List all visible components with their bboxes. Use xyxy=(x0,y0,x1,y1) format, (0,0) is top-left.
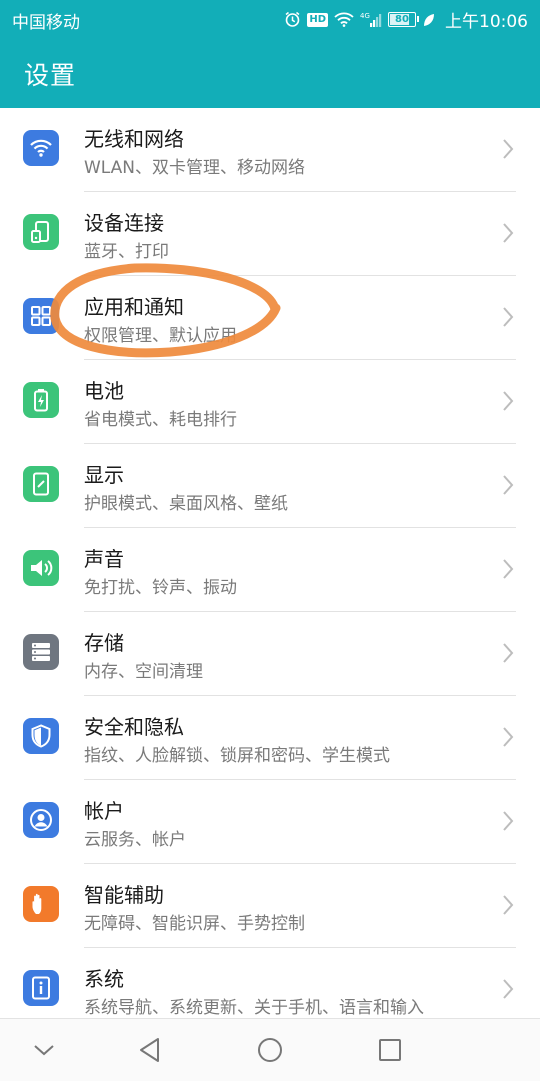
chevron-right-icon xyxy=(502,222,514,248)
network-type-label: 4G xyxy=(360,12,370,20)
settings-item-title: 帐户 xyxy=(84,799,124,823)
settings-list: 无线和网络 WLAN、双卡管理、移动网络 设备连接 蓝牙、打印 应用和通知 权限… xyxy=(0,108,540,1032)
settings-item-wireless-network[interactable]: 无线和网络 WLAN、双卡管理、移动网络 xyxy=(0,108,540,192)
clock: 上午10:06 xyxy=(445,12,528,32)
settings-item-subtitle: 免打扰、铃声、振动 xyxy=(84,578,237,598)
battery-icon: 80 xyxy=(388,12,419,27)
settings-item-apps-notifications[interactable]: 应用和通知 权限管理、默认应用 xyxy=(0,276,540,360)
chevron-right-icon xyxy=(502,390,514,416)
shield-icon xyxy=(23,718,59,754)
chevron-down-icon[interactable] xyxy=(24,1033,64,1067)
alarm-icon xyxy=(284,11,301,28)
settings-item-title: 系统 xyxy=(84,967,124,991)
display-icon xyxy=(23,466,59,502)
settings-item-subtitle: 内存、空间清理 xyxy=(84,662,203,682)
settings-item-title: 存储 xyxy=(84,631,124,655)
settings-item-subtitle: 护眼模式、桌面风格、壁纸 xyxy=(84,494,288,514)
settings-item-accounts[interactable]: 帐户 云服务、帐户 xyxy=(0,780,540,864)
chevron-right-icon xyxy=(502,978,514,1004)
settings-item-title: 声音 xyxy=(84,547,124,571)
battery-icon xyxy=(23,382,59,418)
settings-item-subtitle: 权限管理、默认应用 xyxy=(84,326,237,346)
wifi-icon xyxy=(334,12,354,27)
settings-item-device-connection[interactable]: 设备连接 蓝牙、打印 xyxy=(0,192,540,276)
leaf-icon xyxy=(422,13,435,27)
account-icon xyxy=(23,802,59,838)
apps-grid-icon xyxy=(23,298,59,334)
settings-item-security-privacy[interactable]: 安全和隐私 指纹、人脸解锁、锁屏和密码、学生模式 xyxy=(0,696,540,780)
settings-item-title: 设备连接 xyxy=(84,211,164,235)
settings-item-title: 电池 xyxy=(84,379,124,403)
settings-item-subtitle: 省电模式、耗电排行 xyxy=(84,410,237,430)
chevron-right-icon xyxy=(502,810,514,836)
status-icons: HD 4G 80 上午10:06 xyxy=(284,7,528,32)
settings-item-subtitle: WLAN、双卡管理、移动网络 xyxy=(84,158,306,178)
settings-item-battery[interactable]: 电池 省电模式、耗电排行 xyxy=(0,360,540,444)
settings-item-smart-assistance[interactable]: 智能辅助 无障碍、智能识屏、手势控制 xyxy=(0,864,540,948)
settings-item-sound[interactable]: 声音 免打扰、铃声、振动 xyxy=(0,528,540,612)
settings-item-subtitle: 蓝牙、打印 xyxy=(84,242,169,262)
recents-square-icon[interactable] xyxy=(370,1033,410,1067)
app-bar: 设置 xyxy=(0,36,540,108)
settings-item-subtitle: 无障碍、智能识屏、手势控制 xyxy=(84,914,305,934)
chevron-right-icon xyxy=(502,138,514,164)
settings-item-storage[interactable]: 存储 内存、空间清理 xyxy=(0,612,540,696)
system-info-icon xyxy=(23,970,59,1006)
chevron-right-icon xyxy=(502,894,514,920)
hand-icon xyxy=(23,886,59,922)
settings-item-title: 显示 xyxy=(84,463,124,487)
signal-icon: 4G xyxy=(360,12,382,28)
speaker-icon xyxy=(23,550,59,586)
chevron-right-icon xyxy=(502,306,514,332)
chevron-right-icon xyxy=(502,558,514,584)
settings-item-display[interactable]: 显示 护眼模式、桌面风格、壁纸 xyxy=(0,444,540,528)
chevron-right-icon xyxy=(502,474,514,500)
status-bar: 中国移动 HD 4G 80 上午10:06 xyxy=(0,0,540,36)
settings-item-title: 智能辅助 xyxy=(84,883,164,907)
battery-level-label: 80 xyxy=(395,14,409,25)
device-connection-icon xyxy=(23,214,59,250)
wifi-icon xyxy=(23,130,59,166)
chevron-right-icon xyxy=(502,642,514,668)
settings-item-title: 应用和通知 xyxy=(84,295,184,319)
settings-item-title: 安全和隐私 xyxy=(84,715,184,739)
settings-item-subtitle: 指纹、人脸解锁、锁屏和密码、学生模式 xyxy=(84,746,390,766)
back-triangle-icon[interactable] xyxy=(130,1033,170,1067)
settings-item-subtitle: 系统导航、系统更新、关于手机、语言和输入 xyxy=(84,998,424,1018)
storage-icon xyxy=(23,634,59,670)
navigation-bar xyxy=(0,1018,540,1081)
hd-icon: HD xyxy=(307,12,328,27)
chevron-right-icon xyxy=(502,726,514,752)
page-title: 设置 xyxy=(24,61,77,90)
home-circle-icon[interactable] xyxy=(250,1033,290,1067)
settings-item-subtitle: 云服务、帐户 xyxy=(84,830,186,850)
carrier-name: 中国移动 xyxy=(12,13,80,33)
settings-item-title: 无线和网络 xyxy=(84,127,184,151)
